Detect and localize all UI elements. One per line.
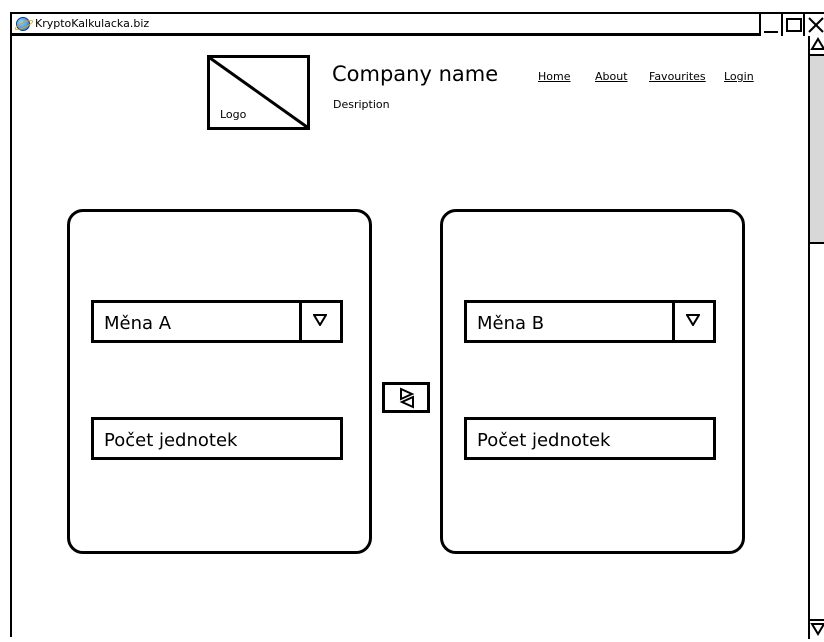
currency-b-select[interactable]: Měna B xyxy=(464,300,716,343)
triangle-up-icon xyxy=(810,37,824,50)
browser-globe-icon xyxy=(16,17,30,31)
currency-b-dropdown-button[interactable] xyxy=(672,303,713,340)
currency-b-select-value: Měna B xyxy=(477,313,545,334)
triangle-down-icon xyxy=(686,314,700,326)
currency-a-select[interactable]: Měna A xyxy=(91,300,343,343)
vertical-scrollbar[interactable] xyxy=(808,36,824,639)
currency-a-dropdown-button[interactable] xyxy=(299,303,340,340)
nav-link-favourites[interactable]: Favourites xyxy=(649,70,706,83)
minimize-button[interactable] xyxy=(759,14,781,36)
company-description: Desription xyxy=(333,98,390,111)
units-a-input[interactable]: Počet jednotek xyxy=(91,417,343,460)
units-b-input-placeholder: Počet jednotek xyxy=(477,430,611,451)
nav-link-login[interactable]: Login xyxy=(724,70,754,83)
maximize-button[interactable] xyxy=(781,14,803,36)
page-content: Logo Company name Desription Home About … xyxy=(12,36,808,639)
company-name: Company name xyxy=(332,62,499,86)
close-icon xyxy=(808,17,824,33)
close-button[interactable] xyxy=(803,14,824,36)
swap-currencies-button[interactable] xyxy=(382,382,430,413)
scroll-up-button[interactable] xyxy=(810,36,824,56)
currency-a-select-value: Měna A xyxy=(104,313,172,334)
logo-label: Logo xyxy=(220,108,247,121)
scroll-down-button[interactable] xyxy=(810,619,824,639)
triangle-down-icon xyxy=(810,623,824,636)
nav-link-about[interactable]: About xyxy=(595,70,628,83)
nav-link-home[interactable]: Home xyxy=(538,70,570,83)
currency-panel-a: Měna A Počet jednotek xyxy=(67,209,372,554)
currency-panel-b: Měna B Počet jednotek xyxy=(440,209,745,554)
triangle-down-icon xyxy=(313,314,327,326)
units-a-input-placeholder: Počet jednotek xyxy=(104,430,238,451)
browser-window: KryptoKalkulacka.biz Logo Company name D… xyxy=(10,12,824,639)
scroll-thumb[interactable] xyxy=(810,56,824,244)
swap-arrows-icon xyxy=(399,387,415,409)
title-bar: KryptoKalkulacka.biz xyxy=(12,14,824,36)
window-title: KryptoKalkulacka.biz xyxy=(35,17,150,30)
company-logo: Logo xyxy=(207,55,310,130)
units-b-input[interactable]: Počet jednotek xyxy=(464,417,716,460)
